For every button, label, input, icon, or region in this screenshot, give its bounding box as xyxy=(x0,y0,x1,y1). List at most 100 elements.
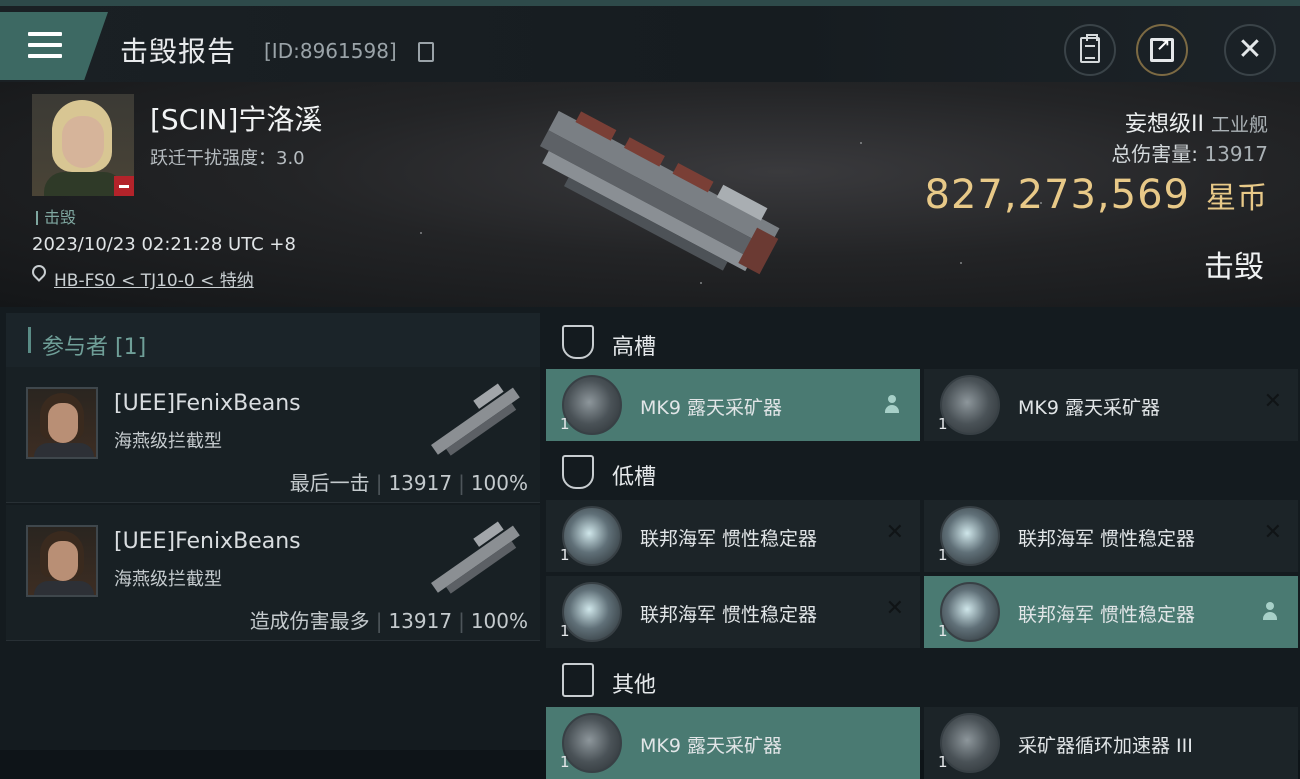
attacker-percent: 100% xyxy=(470,471,528,495)
isk-amount: 827,273,569 xyxy=(924,172,1190,218)
module-item[interactable]: 1 联邦海军 惯性稳定器 ✕ xyxy=(924,500,1298,572)
copy-id-icon[interactable] xyxy=(418,42,434,62)
other-title: 其他 xyxy=(612,673,657,698)
ship-type: 妄想级II 工业舰 xyxy=(1125,106,1268,138)
attacker-portrait[interactable] xyxy=(26,387,98,459)
strip-miner-icon xyxy=(940,375,1000,435)
destroyed-x-icon: ✕ xyxy=(885,520,904,545)
attacker-damage: 13917 xyxy=(388,609,453,633)
cargo-box-icon xyxy=(562,663,594,697)
module-qty: 1 xyxy=(560,622,570,640)
module-qty: 1 xyxy=(938,415,948,433)
attacker-ship: 海燕级拦截型 xyxy=(114,569,222,590)
attacker-role: 最后一击 xyxy=(289,471,370,495)
attacker-name[interactable]: [UEE]FenixBeans xyxy=(114,391,301,416)
result-label: 击毁 xyxy=(1204,250,1264,285)
total-damage: 总伤害量: 13917 xyxy=(1111,138,1268,167)
module-qty: 1 xyxy=(560,753,570,771)
menu-icon xyxy=(28,32,62,58)
star xyxy=(420,232,422,234)
attacker-damage: 13917 xyxy=(388,471,453,495)
module-item[interactable]: 1 联邦海军 惯性稳定器 ✕ xyxy=(546,500,920,572)
module-item[interactable]: 1 MK9 露天采矿器 ✕ xyxy=(924,369,1298,441)
page-title: 击毁报告 xyxy=(120,35,237,68)
attacker-percent: 100% xyxy=(470,609,528,633)
module-item[interactable]: 1 联邦海军 惯性稳定器 xyxy=(924,576,1298,648)
kill-datetime: 2023/10/23 02:21:28 UTC +8 xyxy=(32,234,296,255)
attacker-row[interactable]: [UEE]FenixBeans 海燕级拦截型 最后一击 | 13917 | 100% xyxy=(6,367,540,503)
clipboard-button[interactable] xyxy=(1064,24,1116,76)
module-item[interactable]: 1 采矿器循环加速器 III xyxy=(924,707,1298,779)
attacker-role: 造成伤害最多 xyxy=(249,609,370,633)
clipboard-icon xyxy=(1080,34,1100,63)
warp-disruption-strength: 跃迁干扰强度：3.0 xyxy=(150,148,305,169)
high-slot-header: 高槽 xyxy=(540,311,1300,371)
total-damage-label: 总伤害量: xyxy=(1111,142,1199,166)
module-qty: 1 xyxy=(560,415,570,433)
module-name: 采矿器循环加速器 III xyxy=(1018,735,1193,757)
victim-name[interactable]: [SCIN]宁洛溪 xyxy=(150,98,322,138)
destroyed-badge-icon xyxy=(114,176,134,196)
ship-name[interactable]: 妄想级II xyxy=(1125,112,1204,137)
victim-banner: [SCIN]宁洛溪 跃迁干扰强度：3.0 击毁 2023/10/23 02:21… xyxy=(0,82,1300,307)
status-tag: 击毁 xyxy=(36,204,76,228)
star xyxy=(960,262,962,264)
strip-miner-icon xyxy=(562,713,622,773)
attacker-ship-image xyxy=(431,383,520,456)
module-name: MK9 露天采矿器 xyxy=(640,735,782,757)
low-slot-header: 低槽 xyxy=(540,441,1300,501)
participants-header: 参与者 [1] xyxy=(6,313,540,369)
share-button[interactable] xyxy=(1136,24,1188,76)
module-qty: 1 xyxy=(938,546,948,564)
attacker-name[interactable]: [UEE]FenixBeans xyxy=(114,529,301,554)
module-name: 联邦海军 惯性稳定器 xyxy=(640,528,818,550)
high-slot-icon xyxy=(562,325,594,359)
total-damage-value: 13917 xyxy=(1204,142,1268,166)
attacker-portrait[interactable] xyxy=(26,525,98,597)
module-name: MK9 露天采矿器 xyxy=(1018,397,1160,419)
module-name: 联邦海军 惯性稳定器 xyxy=(1018,604,1196,626)
report-id: [ID:8961598] xyxy=(264,39,397,63)
high-slot-title: 高槽 xyxy=(612,335,657,360)
isk-value: 827,273,569 星币 xyxy=(925,172,1268,218)
close-icon: ✕ xyxy=(1237,32,1263,67)
location-pin-icon xyxy=(29,262,49,282)
inertial-stabilizer-icon xyxy=(562,506,622,566)
attacker-stats: 造成伤害最多 | 13917 | 100% xyxy=(249,609,528,633)
low-slot-title: 低槽 xyxy=(612,465,657,490)
header-bar: 击毁报告 [ID:8961598] ✕ xyxy=(0,6,1300,82)
module-qty: 1 xyxy=(938,753,948,771)
menu-button[interactable] xyxy=(0,12,108,80)
isk-unit: 星币 xyxy=(1206,181,1268,216)
destroyed-x-icon: ✕ xyxy=(1263,389,1282,414)
destroyed-x-icon: ✕ xyxy=(1263,520,1282,545)
location-link[interactable]: HB-FS0 < TJ10-0 < 特纳 xyxy=(54,266,254,291)
dropped-user-icon xyxy=(1262,602,1278,620)
inertial-stabilizer-icon xyxy=(562,582,622,642)
module-item[interactable]: 1 MK9 露天采矿器 xyxy=(546,707,920,779)
module-item[interactable]: 1 MK9 露天采矿器 xyxy=(546,369,920,441)
attacker-ship: 海燕级拦截型 xyxy=(114,431,222,452)
fitting-panel: 高槽 1 MK9 露天采矿器 1 MK9 露天采矿器 ✕ 低槽 1 联邦海军 惯… xyxy=(540,307,1300,779)
victim-ship-image xyxy=(539,110,780,275)
destroyed-x-icon: ✕ xyxy=(885,596,904,621)
star xyxy=(860,142,862,144)
participants-title: 参与者 [1] xyxy=(42,335,147,360)
strip-miner-icon xyxy=(562,375,622,435)
attacker-row[interactable]: [UEE]FenixBeans 海燕级拦截型 造成伤害最多 | 13917 | 100% xyxy=(6,505,540,641)
share-icon xyxy=(1150,36,1174,62)
attacker-ship-image xyxy=(431,521,520,594)
low-slot-icon xyxy=(562,455,594,489)
module-name: MK9 露天采矿器 xyxy=(640,397,782,419)
participants-panel: 参与者 [1] [UEE]FenixBeans 海燕级拦截型 最后一击 | 1391… xyxy=(0,307,540,750)
mining-upgrade-icon xyxy=(940,713,1000,773)
module-qty: 1 xyxy=(938,622,948,640)
module-item[interactable]: 1 联邦海军 惯性稳定器 ✕ xyxy=(546,576,920,648)
module-name: 联邦海军 惯性稳定器 xyxy=(1018,528,1196,550)
inertial-stabilizer-icon xyxy=(940,506,1000,566)
module-name: 联邦海军 惯性稳定器 xyxy=(640,604,818,626)
dropped-user-icon xyxy=(884,395,900,413)
close-button[interactable]: ✕ xyxy=(1224,24,1276,76)
inertial-stabilizer-icon xyxy=(940,582,1000,642)
ship-class: 工业舰 xyxy=(1210,114,1268,136)
